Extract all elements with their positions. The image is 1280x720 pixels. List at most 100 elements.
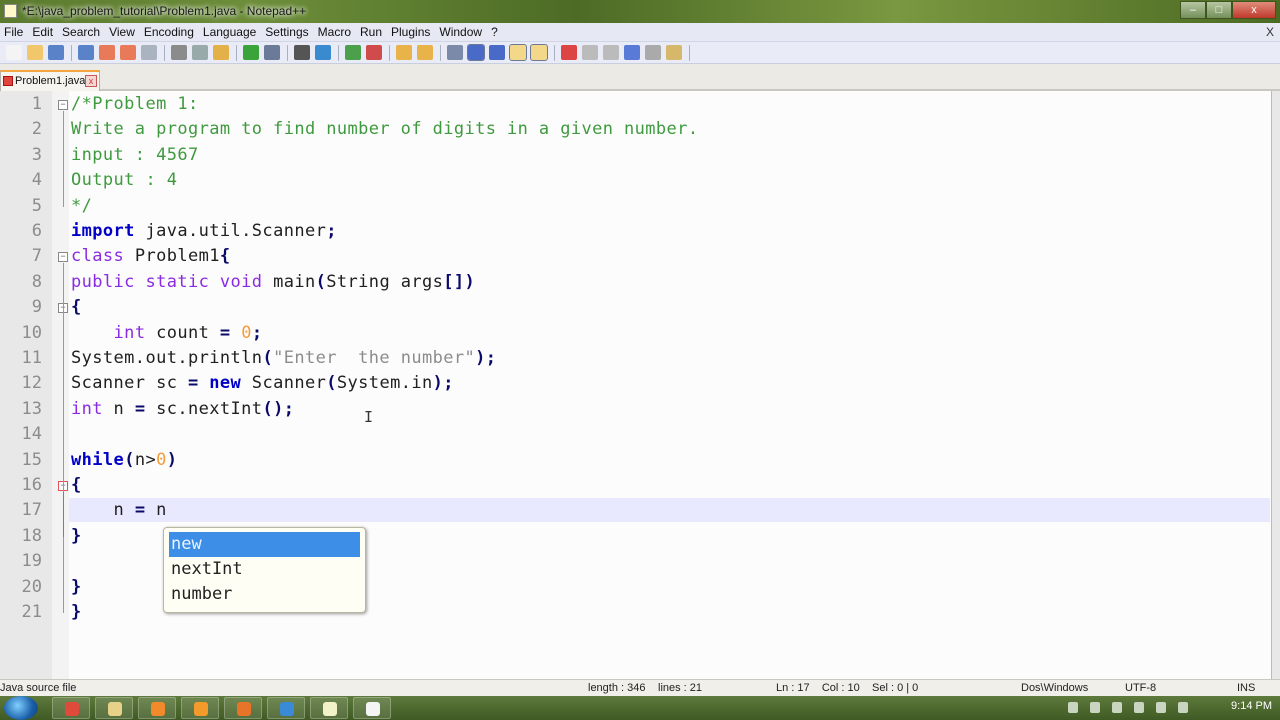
volume-icon[interactable] — [1178, 702, 1188, 713]
line-number: 6 — [31, 221, 42, 241]
autocomplete-item[interactable]: new — [169, 532, 360, 557]
fold-toggle-icon[interactable]: − — [58, 252, 68, 263]
spell-check-icon[interactable] — [666, 45, 682, 60]
code-token: ); — [475, 348, 497, 368]
record-macro-icon[interactable] — [561, 45, 577, 60]
code-token: { — [71, 475, 82, 495]
code-line: } — [71, 602, 82, 622]
code-token: import — [71, 221, 135, 241]
taskbar-chrome[interactable] — [52, 697, 90, 719]
taskbar-camtasia[interactable] — [353, 697, 391, 719]
toolbar-separator — [236, 44, 237, 61]
toolbar-separator — [440, 44, 441, 61]
code-line: while(n>0) — [71, 450, 177, 470]
doc-map-icon[interactable] — [530, 44, 548, 61]
fold-toggle-icon[interactable]: − — [58, 100, 68, 110]
redo-icon[interactable] — [264, 45, 280, 60]
menu-macro[interactable]: Macro — [318, 23, 351, 39]
autocomplete-item[interactable]: number — [169, 582, 360, 607]
copy-icon[interactable] — [192, 45, 208, 60]
code-line: Output : 4 — [71, 170, 177, 190]
unsaved-icon — [3, 76, 13, 86]
status-insert-mode: INS — [1237, 682, 1256, 694]
show-all-chars-icon[interactable] — [467, 44, 485, 61]
line-number: 19 — [21, 551, 42, 572]
menu-encoding[interactable]: Encoding — [144, 23, 194, 39]
line-number: 18 — [21, 525, 42, 546]
file-explorer-icon — [108, 702, 122, 716]
taskbar-internet-explorer[interactable] — [267, 697, 305, 719]
code-token: = — [134, 500, 146, 521]
word-wrap-icon[interactable] — [447, 45, 463, 60]
close-all-icon[interactable] — [120, 45, 136, 60]
close-icon[interactable] — [99, 45, 115, 60]
menu-file[interactable]: File — [4, 23, 23, 39]
user-defined-language-icon[interactable] — [509, 44, 527, 61]
zoom-out-icon[interactable] — [366, 45, 382, 60]
zoom-in-icon[interactable] — [345, 45, 361, 60]
save-macro-icon[interactable] — [645, 45, 661, 60]
toolbar-separator — [338, 44, 339, 61]
code-line: */ — [71, 196, 92, 216]
toolbar — [0, 42, 1280, 64]
app-tray-icon[interactable] — [1156, 702, 1166, 713]
internet-explorer-icon — [280, 702, 294, 716]
maximize-button[interactable]: □ — [1206, 1, 1232, 19]
taskbar-notepad-plus-plus[interactable] — [310, 697, 348, 719]
fold-guide-line — [63, 263, 64, 613]
sync-horizontal-icon[interactable] — [417, 45, 433, 60]
text-cursor-icon: I — [364, 408, 374, 426]
vertical-scrollbar[interactable] — [1272, 91, 1280, 679]
paste-icon[interactable] — [213, 45, 229, 60]
network-icon[interactable] — [1112, 702, 1122, 713]
menu-help[interactable]: ? — [491, 23, 498, 39]
close-button[interactable]: x — [1232, 1, 1276, 19]
autocomplete-item[interactable]: nextInt — [169, 557, 360, 582]
menu-window[interactable]: Window — [439, 23, 482, 39]
playback-icon[interactable] — [603, 45, 619, 60]
start-button[interactable] — [4, 696, 38, 720]
tab-close-icon[interactable]: x — [85, 75, 97, 87]
menu-view[interactable]: View — [109, 23, 135, 39]
code-line: int n = sc.nextInt(); — [71, 399, 294, 419]
stop-recording-icon[interactable] — [582, 45, 598, 60]
menu-settings[interactable]: Settings — [265, 23, 308, 39]
open-file-icon[interactable] — [27, 45, 43, 60]
save-icon[interactable] — [48, 45, 64, 60]
run-macro-multiple-icon[interactable] — [624, 45, 640, 60]
undo-icon[interactable] — [243, 45, 259, 60]
power-icon[interactable] — [1090, 702, 1100, 713]
save-all-icon[interactable] — [78, 45, 94, 60]
minimize-button[interactable]: – — [1180, 1, 1206, 19]
status-bar: Java source file length : 346 lines : 21… — [0, 679, 1280, 696]
code-token: { — [219, 246, 231, 267]
menu-language[interactable]: Language — [203, 23, 256, 39]
menu-plugins[interactable]: Plugins — [391, 23, 430, 39]
taskbar-file-explorer[interactable] — [95, 697, 133, 719]
action-center-icon[interactable] — [1134, 702, 1144, 713]
tray-arrow-icon[interactable] — [1068, 702, 1078, 713]
sync-vertical-icon[interactable] — [396, 45, 412, 60]
replace-icon[interactable] — [315, 45, 331, 60]
line-number: 15 — [21, 449, 42, 470]
line-number: 21 — [21, 602, 42, 622]
find-icon[interactable] — [294, 45, 310, 60]
taskbar-firefox[interactable] — [224, 697, 262, 719]
menu-run[interactable]: Run — [360, 23, 382, 39]
taskbar-vlc[interactable] — [181, 697, 219, 719]
menu-edit[interactable]: Edit — [32, 23, 53, 39]
code-token: n — [102, 398, 135, 419]
code-line: } — [71, 526, 82, 546]
print-icon[interactable] — [141, 45, 157, 60]
menu-search[interactable]: Search — [62, 23, 100, 39]
tab-problem1-java[interactable]: Problem1.java x — [0, 70, 100, 91]
status-lines: lines : 21 — [658, 682, 703, 694]
status-eol: Dos\Windows — [1021, 682, 1089, 694]
cut-icon[interactable] — [171, 45, 187, 60]
indent-guide-icon[interactable] — [489, 45, 505, 60]
code-token: Write a program to find number of digits… — [71, 119, 699, 140]
close-document-button[interactable]: X — [1266, 25, 1274, 39]
new-file-icon[interactable] — [6, 45, 22, 60]
clock[interactable]: 9:14 PM — [1231, 700, 1272, 712]
taskbar-media-player[interactable] — [138, 697, 176, 719]
